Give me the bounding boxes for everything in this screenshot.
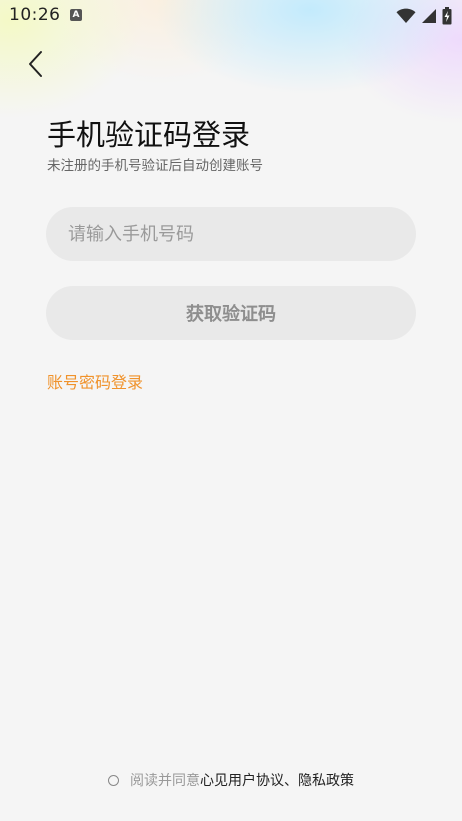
agreement-row: 阅读并同意 心见用户协议 、 隐私政策	[0, 770, 462, 790]
back-button[interactable]	[18, 46, 54, 82]
status-time: 10:26	[9, 5, 61, 25]
status-bar: 10:26 A	[0, 0, 462, 32]
phone-number-input[interactable]	[46, 207, 416, 261]
password-login-link[interactable]: 账号密码登录	[47, 369, 143, 393]
chevron-left-icon	[29, 51, 42, 77]
privacy-policy-link[interactable]: 隐私政策	[298, 770, 354, 790]
app-notification-icon: A	[70, 9, 82, 21]
agreement-prefix: 阅读并同意	[130, 773, 200, 789]
status-icons	[396, 6, 452, 26]
battery-charging-icon	[442, 7, 452, 25]
user-agreement-link[interactable]: 心见用户协议	[200, 770, 284, 790]
agreement-checkbox[interactable]	[108, 774, 119, 786]
get-verification-code-button[interactable]: 获取验证码	[46, 286, 416, 340]
wifi-icon	[396, 8, 416, 23]
cellular-signal-icon	[422, 9, 436, 23]
agreement-separator: 、	[284, 773, 298, 789]
page-subtitle: 未注册的手机号验证后自动创建账号	[47, 158, 263, 174]
page-title: 手机验证码登录	[47, 118, 251, 152]
